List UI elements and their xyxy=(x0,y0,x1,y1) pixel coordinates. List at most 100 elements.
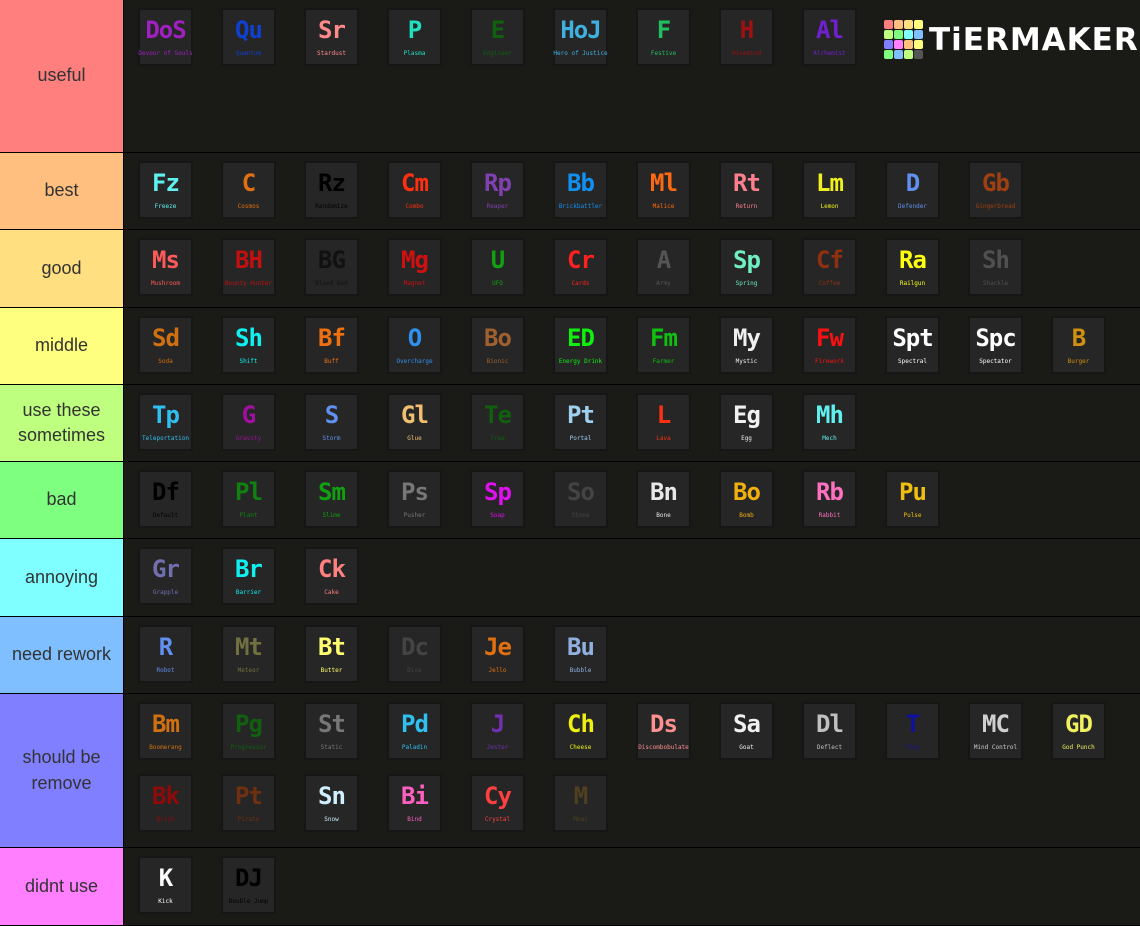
tier-item-tile[interactable]: Sp Spring xyxy=(719,238,774,296)
tier-item-tile[interactable]: H Hivemind xyxy=(719,8,774,66)
tier-item-tile[interactable]: Je Jello xyxy=(470,625,525,683)
tier-label[interactable]: should be remove xyxy=(0,694,124,847)
tier-label[interactable]: middle xyxy=(0,308,124,384)
tier-item-tile[interactable]: D Defender xyxy=(885,161,940,219)
tier-item-tile[interactable]: Mt Meteor xyxy=(221,625,276,683)
tier-item-tile[interactable]: Rp Reaper xyxy=(470,161,525,219)
tier-item-tile[interactable]: Fw Firework xyxy=(802,316,857,374)
tier-item-tile[interactable]: Bk Brick xyxy=(138,774,193,832)
tier-label[interactable]: bad xyxy=(0,462,124,538)
tier-item-tile[interactable]: Tp Teleportation xyxy=(138,393,193,451)
tier-item-tile[interactable]: Dl Deflect xyxy=(802,702,857,760)
tier-item-tile[interactable]: R Robot xyxy=(138,625,193,683)
tier-item-tile[interactable]: C Cosmos xyxy=(221,161,276,219)
tier-item-tile[interactable]: O Overcharge xyxy=(387,316,442,374)
tier-item-tile[interactable]: G Gravity xyxy=(221,393,276,451)
tier-item-tile[interactable]: Ra Railgun xyxy=(885,238,940,296)
tier-item-tile[interactable]: F Festive xyxy=(636,8,691,66)
tier-item-tile[interactable]: Al Alchemist xyxy=(802,8,857,66)
tier-item-tile[interactable]: S Storm xyxy=(304,393,359,451)
tier-item-tile[interactable]: Gb Gingerbread xyxy=(968,161,1023,219)
tier-item-tile[interactable]: Spt Spectral xyxy=(885,316,940,374)
tier-label[interactable]: good xyxy=(0,230,124,307)
tier-item-tile[interactable]: M Moai xyxy=(553,774,608,832)
tier-label[interactable]: didnt use xyxy=(0,848,124,925)
tier-item-tile[interactable]: Pg Progressor xyxy=(221,702,276,760)
tier-item-tile[interactable]: Fz Freeze xyxy=(138,161,193,219)
tier-item-tile[interactable]: MC Mind Control xyxy=(968,702,1023,760)
tier-item-tile[interactable]: B Burger xyxy=(1051,316,1106,374)
tier-item-tile[interactable]: L Lava xyxy=(636,393,691,451)
tier-item-tile[interactable]: U UFO xyxy=(470,238,525,296)
tier-item-tile[interactable]: Cm Combo xyxy=(387,161,442,219)
tier-item-tile[interactable]: Ml Malice xyxy=(636,161,691,219)
tier-item-tile[interactable]: St Static xyxy=(304,702,359,760)
tier-item-tile[interactable]: K Kick xyxy=(138,856,193,914)
tier-item-tile[interactable]: Ms Mushroom xyxy=(138,238,193,296)
tier-item-tile[interactable]: Rt Return xyxy=(719,161,774,219)
tier-item-tile[interactable]: Bu Bubble xyxy=(553,625,608,683)
tier-item-tile[interactable]: So Stone xyxy=(553,470,608,528)
tier-item-tile[interactable]: Rz Randomize xyxy=(304,161,359,219)
tier-item-tile[interactable]: HoJ Hero of Justice xyxy=(553,8,608,66)
tier-item-tile[interactable]: Pl Plant xyxy=(221,470,276,528)
tier-label[interactable]: use these sometimes xyxy=(0,385,124,461)
tier-label[interactable]: best xyxy=(0,153,124,229)
tier-item-tile[interactable]: Rb Rabbit xyxy=(802,470,857,528)
tier-item-tile[interactable]: Pt Pirate xyxy=(221,774,276,832)
tier-item-tile[interactable]: Mh Mech xyxy=(802,393,857,451)
tier-item-tile[interactable]: Sh Shift xyxy=(221,316,276,374)
tier-item-tile[interactable]: Sn Snow xyxy=(304,774,359,832)
tier-item-tile[interactable]: Df Default xyxy=(138,470,193,528)
tier-item-tile[interactable]: Sh Shackle xyxy=(968,238,1023,296)
tier-item-tile[interactable]: T Tiny xyxy=(885,702,940,760)
tier-item-tile[interactable]: Sa Goat xyxy=(719,702,774,760)
tier-item-tile[interactable]: DoS Devour of Souls xyxy=(138,8,193,66)
tier-item-tile[interactable]: Bo Bomb xyxy=(719,470,774,528)
tier-item-tile[interactable]: BH Bounty Hunter xyxy=(221,238,276,296)
tier-item-tile[interactable]: P Plasma xyxy=(387,8,442,66)
tier-item-tile[interactable]: A Army xyxy=(636,238,691,296)
tier-item-tile[interactable]: Dc Dice xyxy=(387,625,442,683)
tier-item-tile[interactable]: Bf Buff xyxy=(304,316,359,374)
tier-item-tile[interactable]: Eg Egg xyxy=(719,393,774,451)
tier-item-tile[interactable]: Br Barrier xyxy=(221,547,276,605)
tier-item-tile[interactable]: Lm Lemon xyxy=(802,161,857,219)
tier-item-tile[interactable]: Sd Soda xyxy=(138,316,193,374)
tier-item-tile[interactable]: BG Blood God xyxy=(304,238,359,296)
tier-item-tile[interactable]: Bt Butter xyxy=(304,625,359,683)
tier-item-tile[interactable]: Mg Magnet xyxy=(387,238,442,296)
tier-item-tile[interactable]: Sp Soap xyxy=(470,470,525,528)
tier-item-tile[interactable]: Te Tree xyxy=(470,393,525,451)
tier-item-tile[interactable]: Gr Grapple xyxy=(138,547,193,605)
tier-item-tile[interactable]: J Jester xyxy=(470,702,525,760)
tier-item-tile[interactable]: GD God Punch xyxy=(1051,702,1106,760)
tier-item-tile[interactable]: Sr Stardust xyxy=(304,8,359,66)
tier-item-tile[interactable]: Spc Spectator xyxy=(968,316,1023,374)
tier-item-tile[interactable]: Sm Slime xyxy=(304,470,359,528)
tier-item-tile[interactable]: Fm Farmer xyxy=(636,316,691,374)
tier-item-tile[interactable]: Bm Boomerang xyxy=(138,702,193,760)
tier-item-tile[interactable]: Gl Glue xyxy=(387,393,442,451)
tier-item-tile[interactable]: Pd Paladin xyxy=(387,702,442,760)
tier-label[interactable]: need rework xyxy=(0,617,124,693)
tier-item-tile[interactable]: Cy Crystal xyxy=(470,774,525,832)
tier-item-tile[interactable]: Ps Pusher xyxy=(387,470,442,528)
tier-item-tile[interactable]: Bn Bone xyxy=(636,470,691,528)
tier-item-tile[interactable]: Ch Cheese xyxy=(553,702,608,760)
tier-item-tile[interactable]: Ck Cake xyxy=(304,547,359,605)
tier-item-tile[interactable]: Ds Discombobulate xyxy=(636,702,691,760)
tier-item-tile[interactable]: Bo Bionic xyxy=(470,316,525,374)
tier-item-tile[interactable]: E Engineer xyxy=(470,8,525,66)
tier-item-tile[interactable]: Cf Coffee xyxy=(802,238,857,296)
tier-item-tile[interactable]: Qu Quantum xyxy=(221,8,276,66)
tier-item-tile[interactable]: Bb Brickbattler xyxy=(553,161,608,219)
tier-item-tile[interactable]: My Mystic xyxy=(719,316,774,374)
tier-label[interactable]: annoying xyxy=(0,539,124,616)
tier-item-tile[interactable]: DJ Double Jump xyxy=(221,856,276,914)
tier-item-tile[interactable]: ED Energy Drink xyxy=(553,316,608,374)
tier-label[interactable]: useful xyxy=(0,0,124,152)
tier-item-tile[interactable]: Bi Bind xyxy=(387,774,442,832)
tier-item-tile[interactable]: Pu Pulse xyxy=(885,470,940,528)
tier-item-tile[interactable]: Pt Portal xyxy=(553,393,608,451)
